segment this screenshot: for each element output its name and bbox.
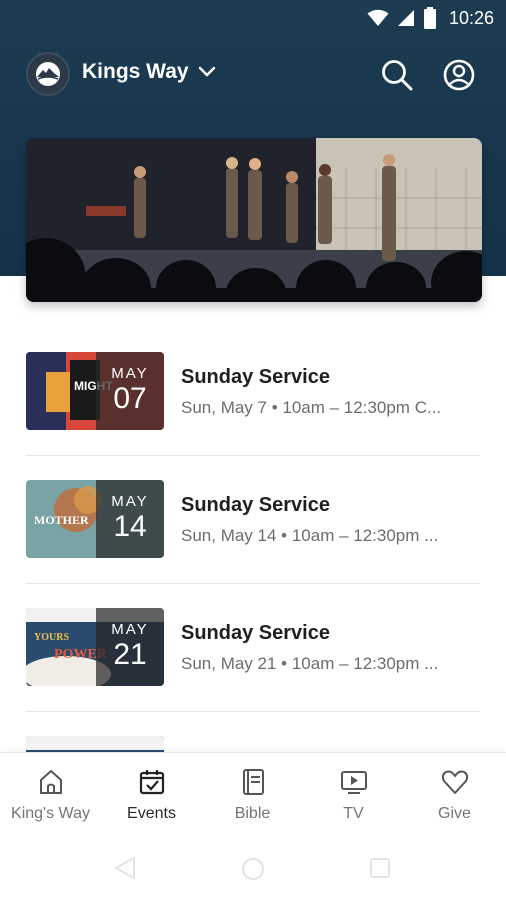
nav-label: Bible — [234, 805, 271, 822]
nav-item-kings-way[interactable]: King's Way — [0, 753, 101, 831]
system-navigation-bar — [0, 830, 506, 900]
bottom-navigation: King's Way Events Bible TV Give — [0, 752, 506, 830]
event-title: Sunday Service — [181, 494, 330, 516]
home-icon — [39, 770, 62, 794]
event-thumbnail: MIGHT MAY 07 — [26, 352, 164, 430]
nav-label: Events — [127, 805, 176, 822]
event-subtitle: Sun, May 7 • 10am – 12:30pm C... — [181, 398, 442, 417]
chevron-down-icon[interactable] — [198, 66, 216, 78]
church-logo-icon — [36, 62, 60, 86]
status-time: 10:26 — [448, 7, 494, 28]
recents-icon[interactable] — [368, 856, 392, 880]
back-icon[interactable] — [112, 856, 138, 880]
event-title: Sunday Service — [181, 622, 330, 644]
church-name[interactable]: Kings Way — [82, 60, 189, 84]
event-thumbnail: YOURS POWER MAY 21 — [26, 608, 164, 686]
book-icon — [242, 769, 264, 795]
list-item[interactable]: MOTHER MAY 14 Sunday Service Sun, May 14… — [26, 468, 480, 596]
divider — [26, 711, 480, 712]
wifi-icon — [367, 9, 389, 26]
tv-icon — [340, 771, 367, 794]
event-thumbnail: MOTHER MAY 14 — [26, 480, 164, 558]
nav-label: King's Way — [11, 805, 90, 822]
nav-item-bible[interactable]: Bible — [202, 753, 303, 831]
status-bar: 10:26 — [0, 0, 506, 36]
event-title: Sunday Service — [181, 366, 330, 388]
nav-label: Give — [438, 805, 471, 822]
search-icon[interactable] — [380, 58, 414, 92]
date-badge: MAY 07 — [96, 352, 164, 430]
cell-signal-icon — [397, 10, 414, 26]
nav-item-tv[interactable]: TV — [303, 753, 404, 831]
date-day: 21 — [113, 638, 147, 671]
list-item[interactable]: MIGHT MAY 07 Sunday Service Sun, May 7 •… — [26, 340, 480, 468]
account-icon[interactable] — [442, 58, 476, 92]
date-badge: MAY 14 — [96, 480, 164, 558]
svg-text:YOURS: YOURS — [34, 632, 69, 643]
date-month: MAY — [111, 493, 149, 510]
date-day: 14 — [113, 510, 147, 543]
list-item-partial[interactable] — [26, 724, 480, 754]
date-month: MAY — [111, 365, 149, 382]
calendar-icon — [139, 770, 164, 795]
divider — [26, 455, 480, 456]
svg-text:MOTHER: MOTHER — [34, 513, 89, 527]
nav-label: TV — [343, 805, 364, 822]
list-item[interactable]: YOURS POWER MAY 21 Sunday Service Sun, M… — [26, 596, 480, 724]
event-subtitle: Sun, May 21 • 10am – 12:30pm ... — [181, 654, 439, 673]
hero-banner-image[interactable] — [26, 138, 482, 302]
home-button-icon[interactable] — [240, 856, 266, 882]
divider — [26, 583, 480, 584]
worship-stage-image — [26, 138, 482, 302]
date-day: 07 — [113, 382, 147, 415]
nav-item-events[interactable]: Events — [101, 753, 202, 831]
date-badge: MAY 21 — [96, 608, 164, 686]
event-subtitle: Sun, May 14 • 10am – 12:30pm ... — [181, 526, 439, 545]
battery-icon — [423, 7, 436, 29]
church-logo[interactable] — [26, 52, 70, 96]
heart-icon — [441, 770, 468, 794]
nav-item-give[interactable]: Give — [404, 753, 505, 831]
app-header: Kings Way — [0, 48, 506, 102]
date-month: MAY — [111, 621, 149, 638]
